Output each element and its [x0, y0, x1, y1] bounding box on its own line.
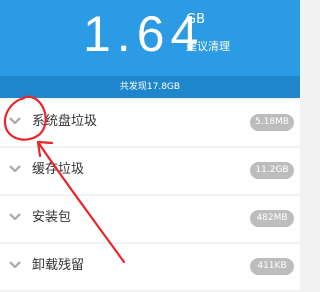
- item-label: 卸载残留: [32, 258, 85, 273]
- list-item-system-junk[interactable]: 系统盘垃圾 5.18MB: [0, 100, 300, 146]
- found-total-bar: 共发现17.8GB: [0, 76, 300, 98]
- chevron-down-icon[interactable]: [9, 117, 21, 125]
- chevron-down-icon[interactable]: [9, 165, 21, 173]
- item-label: 缓存垃圾: [32, 162, 85, 177]
- list-item-cache-junk[interactable]: 缓存垃圾 11.2GB: [0, 148, 300, 194]
- size-badge: 5.18MB: [250, 114, 294, 131]
- chevron-down-icon[interactable]: [9, 261, 21, 269]
- summary-header: 1.64 GB 建议清理 共发现17.8GB: [0, 0, 300, 98]
- size-badge: 11.2GB: [250, 162, 294, 179]
- item-label: 系统盘垃圾: [32, 114, 98, 129]
- suggest-clean-label: 建议清理: [186, 40, 230, 53]
- list-item-uninstall-residue[interactable]: 卸载残留 411KB: [0, 244, 300, 290]
- chevron-down-icon[interactable]: [9, 213, 21, 221]
- size-unit: GB: [186, 12, 205, 27]
- item-label: 安装包: [32, 210, 72, 225]
- size-badge: 411KB: [250, 258, 294, 275]
- list-item-install-packages[interactable]: 安装包 482MB: [0, 196, 300, 242]
- size-badge: 482MB: [250, 210, 294, 227]
